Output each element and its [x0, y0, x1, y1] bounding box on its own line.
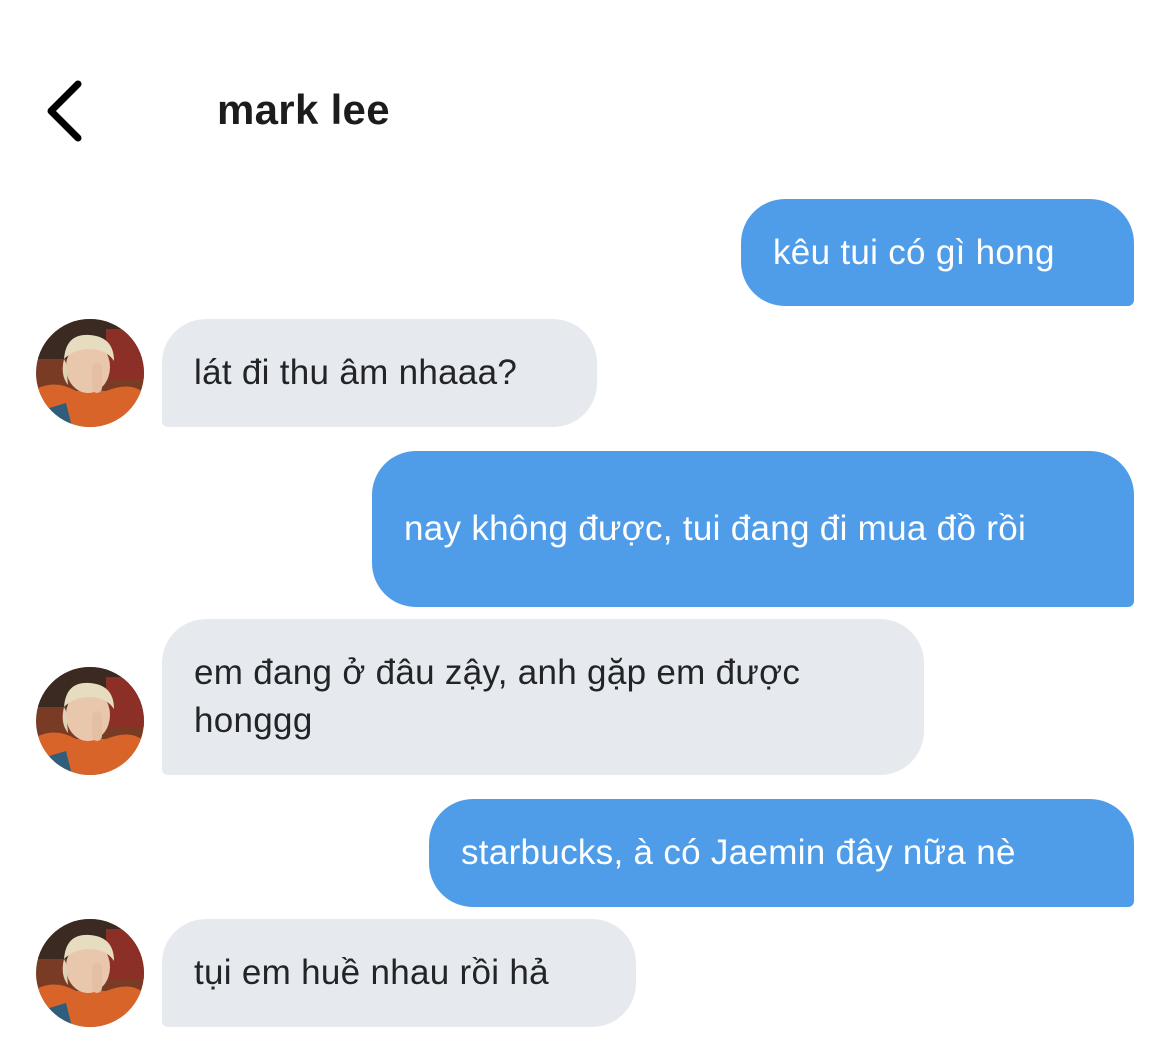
message-text: tụi em huề nhau rồi hả	[194, 953, 549, 992]
chevron-left-icon	[47, 80, 82, 142]
chat-screen: mark lee kêu tui có gì hong lát đi thu â…	[0, 0, 1169, 1045]
message-bubble-sent[interactable]: kêu tui có gì hong	[741, 199, 1134, 306]
contact-avatar[interactable]	[36, 919, 144, 1027]
message-text: em đang ở đâu zậy, anh gặp em được hongg…	[194, 653, 801, 740]
message-bubble-received[interactable]: em đang ở đâu zậy, anh gặp em được hongg…	[162, 619, 924, 775]
message-text: starbucks, à có Jaemin đây nữa nè	[461, 833, 1016, 872]
back-button[interactable]	[38, 76, 102, 146]
message-text: lát đi thu âm nhaaa?	[194, 353, 518, 392]
message-bubble-sent[interactable]: nay không được, tui đang đi mua đồ rồi	[372, 451, 1134, 607]
message-bubble-sent[interactable]: starbucks, à có Jaemin đây nữa nè	[429, 799, 1134, 907]
avatar-photo	[36, 667, 144, 775]
avatar-photo	[36, 919, 144, 1027]
avatar-photo	[36, 319, 144, 427]
chat-header: mark lee	[0, 0, 1169, 180]
message-text: nay không được, tui đang đi mua đồ rồi	[404, 509, 1027, 548]
contact-avatar[interactable]	[36, 667, 144, 775]
contact-name[interactable]: mark lee	[217, 84, 390, 136]
message-bubble-received[interactable]: tụi em huề nhau rồi hả	[162, 919, 636, 1027]
message-text: kêu tui có gì hong	[773, 232, 1055, 272]
contact-avatar[interactable]	[36, 319, 144, 427]
message-bubble-received[interactable]: lát đi thu âm nhaaa?	[162, 319, 597, 427]
